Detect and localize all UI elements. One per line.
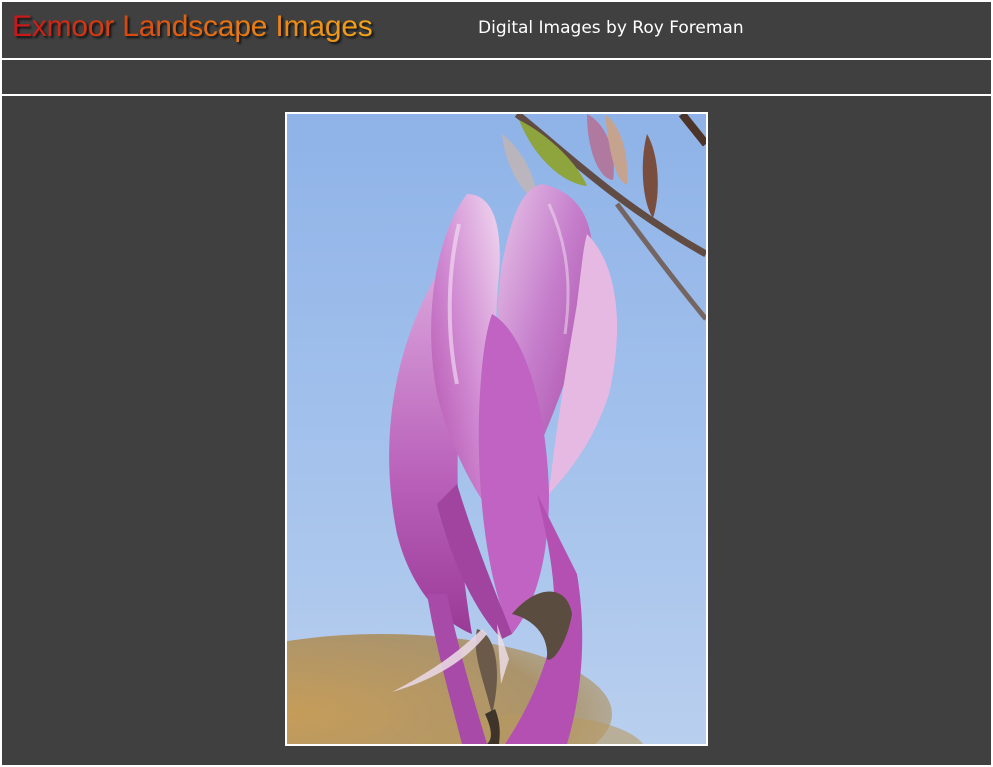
site-header: Exmoor Landscape Images Digital Images b…	[2, 2, 991, 58]
page: Exmoor Landscape Images Digital Images b…	[0, 0, 993, 767]
site-subtitle: Digital Images by Roy Foreman	[478, 18, 744, 38]
site-title[interactable]: Exmoor Landscape Images	[12, 9, 373, 45]
magnolia-photo[interactable]	[287, 114, 706, 744]
main-content	[2, 96, 991, 765]
photo-frame	[285, 112, 708, 746]
nav-bar	[2, 60, 991, 94]
